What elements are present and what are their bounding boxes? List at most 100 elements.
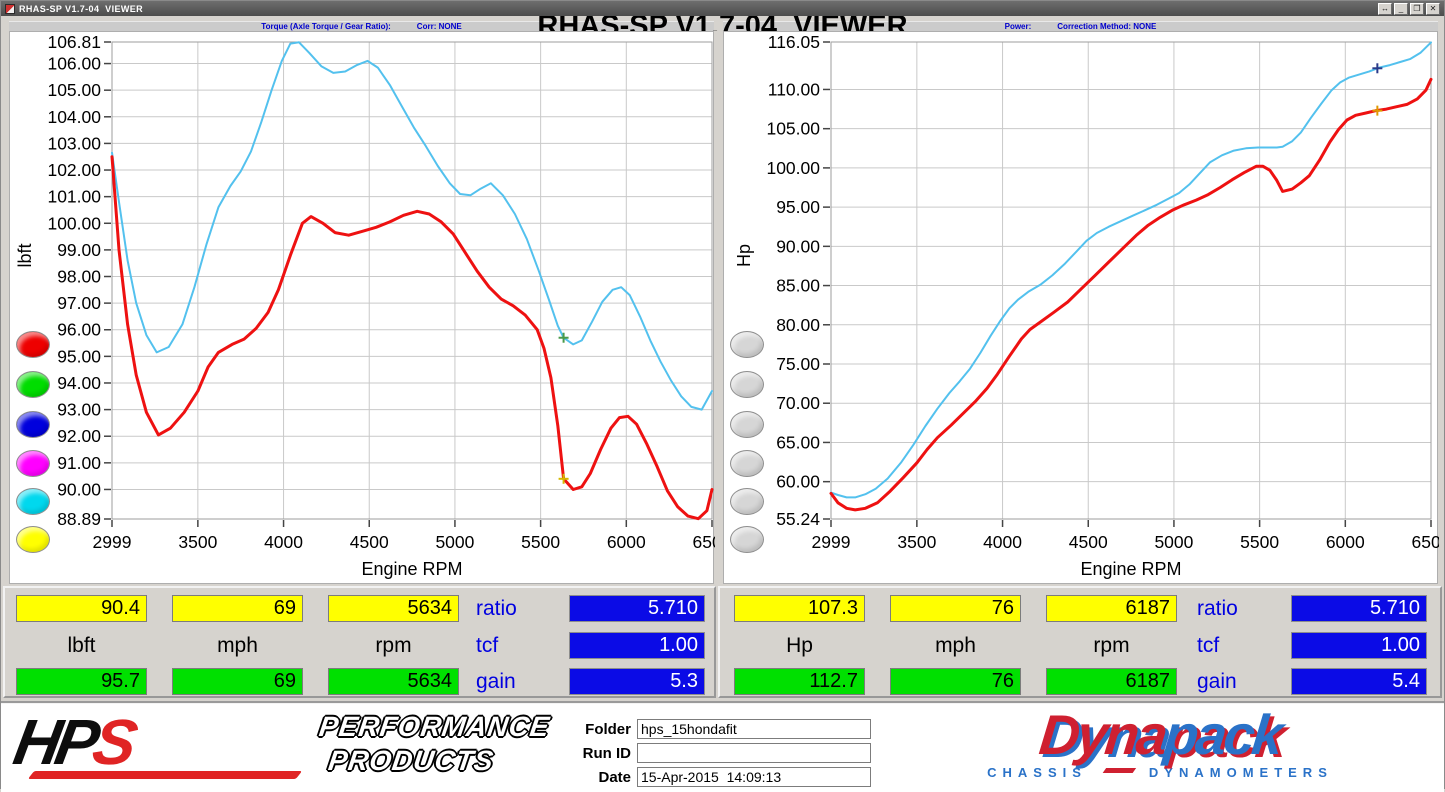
dynapack-pack-text: pack: [1161, 703, 1283, 766]
dynapack-dash: [1103, 768, 1137, 773]
y-tick-label: 101.00: [47, 187, 101, 207]
legend-swatch-3[interactable]: [730, 411, 764, 438]
unit-label-mph: mph: [890, 632, 1021, 659]
dynapack-subtitle: CHASSIS DYNAMOMETERS: [883, 765, 1437, 780]
y-tick-label: 98.00: [57, 267, 101, 287]
x-tick-label: 2999: [93, 532, 132, 552]
date-label: Date: [557, 769, 631, 786]
legend-swatch-4[interactable]: [16, 450, 50, 477]
date-row: Date: [557, 767, 871, 787]
tcf-value-box[interactable]: 1.00: [1291, 632, 1427, 659]
x-tick-label: 4000: [983, 532, 1022, 552]
date-input[interactable]: [637, 767, 871, 787]
folder-input[interactable]: [637, 719, 871, 739]
y-tick-label: 105.00: [766, 119, 820, 139]
unit-label-lbft: lbft: [16, 632, 147, 659]
y-tick-label: 96.00: [57, 320, 101, 340]
titlebar-title: RHAS-SP V1.7-04 VIEWER: [19, 4, 143, 14]
y-tick-label: 106.81: [47, 32, 101, 52]
ratio-label: ratio: [476, 595, 566, 622]
torque-chart-panel: 106.81106.00105.00104.00103.00102.00101.…: [9, 31, 714, 584]
app-icon: [5, 4, 15, 14]
cursor-value-box: 90.4: [16, 595, 147, 622]
x-tick-label: 2999: [812, 532, 851, 552]
y-tick-label: 93.00: [57, 400, 101, 420]
hps-swoosh: [28, 771, 302, 779]
y-tick-label: 90.00: [57, 479, 101, 499]
x-tick-label: 5500: [1240, 532, 1279, 552]
close-button[interactable]: ✕: [1426, 3, 1440, 15]
cursor-value-box: 107.3: [734, 595, 865, 622]
tcf-value-box[interactable]: 1.00: [569, 632, 705, 659]
y-axis-title: lbft: [15, 243, 35, 267]
titlebar: RHAS-SP V1.7-04 VIEWER ↔ _ ❐ ✕: [1, 1, 1444, 16]
x-tick-label: 6500: [693, 532, 715, 552]
x-tick-label: 4500: [350, 532, 389, 552]
x-tick-label: 6000: [1326, 532, 1365, 552]
y-tick-label: 95.00: [776, 197, 820, 217]
y-tick-label: 95.00: [57, 346, 101, 366]
legend-swatch-6[interactable]: [16, 526, 50, 553]
cursor-rpm-box: 5634: [328, 595, 459, 622]
ratio-value-box[interactable]: 5.710: [1291, 595, 1427, 622]
torque-chart[interactable]: 106.81106.00105.00104.00103.00102.00101.…: [10, 32, 715, 585]
hps-hp-text: HP: [9, 706, 101, 778]
cursor-speed-box: 76: [890, 595, 1021, 622]
legend-swatch-2[interactable]: [16, 371, 50, 398]
y-tick-label: 100.00: [766, 158, 820, 178]
window-controls: ↔ _ ❐ ✕: [1378, 3, 1440, 15]
x-tick-label: 3500: [178, 532, 217, 552]
y-tick-label: 99.00: [57, 240, 101, 260]
dynapack-dyna-text: Dyna: [1036, 703, 1168, 766]
legend-swatch-6[interactable]: [730, 526, 764, 553]
x-tick-label: 6500: [1412, 532, 1439, 552]
window-heading: RHAS-SP V1.7-04 VIEWER: [1, 16, 1444, 31]
run-value-box: 112.7: [734, 668, 865, 695]
x-tick-label: 5000: [1154, 532, 1193, 552]
gain-value-box[interactable]: 5.3: [569, 668, 705, 695]
plot-border: [112, 42, 712, 519]
power-chart-panel: 116.05110.00105.00100.0095.0090.0085.008…: [723, 31, 1438, 584]
run-rpm-box: 6187: [1046, 668, 1177, 695]
run-id-input[interactable]: [637, 743, 871, 763]
tcf-label: tcf: [1197, 632, 1287, 659]
hps-logo: HPS PERFORMANCE PRODUCTS: [15, 705, 555, 789]
y-tick-label: 104.00: [47, 107, 101, 127]
y-tick-label: 60.00: [776, 472, 820, 492]
legend-swatch-1[interactable]: [16, 331, 50, 358]
power-readout-panel: 107.3 76 6187 ratio 5.710 Hp mph rpm tcf…: [718, 586, 1442, 698]
x-tick-label: 3500: [897, 532, 936, 552]
dynapack-chassis-text: CHASSIS: [987, 765, 1087, 780]
unit-label-mph: mph: [172, 632, 303, 659]
gain-label: gain: [476, 668, 566, 695]
legend-swatch-3[interactable]: [16, 411, 50, 438]
readout-area: 90.4 69 5634 ratio 5.710 lbft mph rpm tc…: [1, 584, 1444, 701]
legend-swatch-5[interactable]: [16, 488, 50, 515]
resize-button[interactable]: ↔: [1378, 3, 1392, 15]
dynapack-dynamometers-text: DYNAMOMETERS: [1149, 765, 1333, 780]
y-tick-label: 91.00: [57, 453, 101, 473]
y-tick-label: 102.00: [47, 160, 101, 180]
run-value-box: 95.7: [16, 668, 147, 695]
x-tick-label: 5500: [521, 532, 560, 552]
legend-swatch-1[interactable]: [730, 331, 764, 358]
gain-value-box[interactable]: 5.4: [1291, 668, 1427, 695]
torque-readout-panel: 90.4 69 5634 ratio 5.710 lbft mph rpm tc…: [3, 586, 716, 698]
legend-swatch-5[interactable]: [730, 488, 764, 515]
run-speed-box: 69: [172, 668, 303, 695]
run-id-row: Run ID: [557, 743, 871, 763]
app-window: RHAS-SP V1.7-04 VIEWER ↔ _ ❐ ✕ Torque (A…: [0, 0, 1445, 789]
power-chart[interactable]: 116.05110.00105.00100.0095.0090.0085.008…: [724, 32, 1439, 585]
x-tick-label: 4000: [264, 532, 303, 552]
y-tick-label: 97.00: [57, 293, 101, 313]
ratio-value-box[interactable]: 5.710: [569, 595, 705, 622]
legend-swatch-2[interactable]: [730, 371, 764, 398]
minimize-button[interactable]: _: [1394, 3, 1408, 15]
y-tick-label: 85.00: [776, 276, 820, 296]
y-tick-label: 65.00: [776, 432, 820, 452]
y-tick-label: 103.00: [47, 133, 101, 153]
legend-swatch-4[interactable]: [730, 450, 764, 477]
restore-button[interactable]: ❐: [1410, 3, 1424, 15]
y-tick-label: 116.05: [768, 32, 820, 52]
run-info-fields: Folder Run ID Date: [557, 719, 871, 791]
